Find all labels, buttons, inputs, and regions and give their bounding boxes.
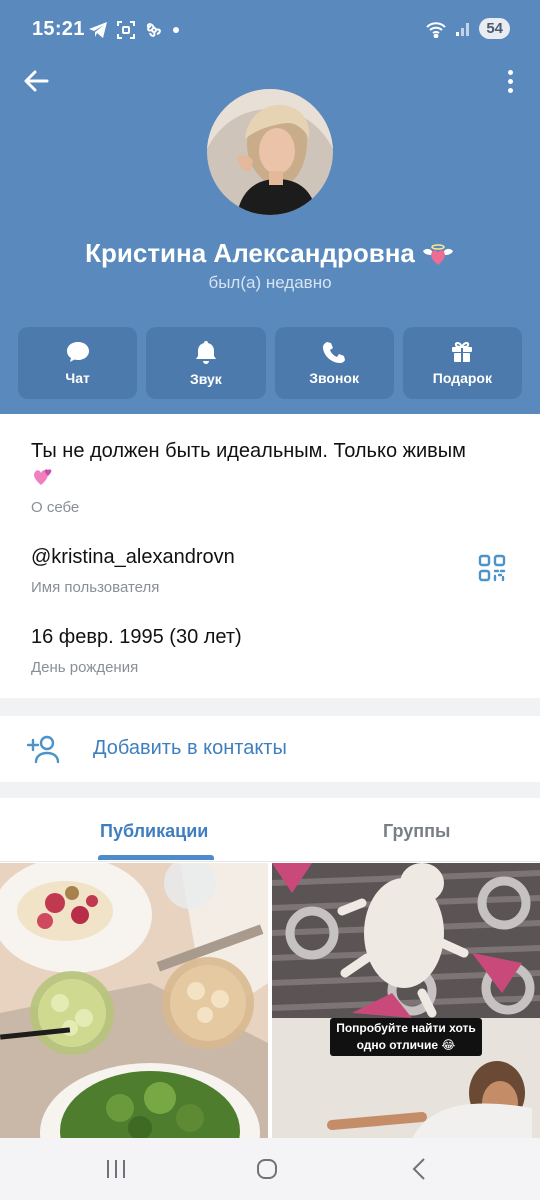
profile-name: Кристина Александровна <box>0 238 540 269</box>
system-nav-bar <box>0 1138 540 1200</box>
tab-groups[interactable]: Группы <box>383 821 450 842</box>
chat-button[interactable]: Чат <box>18 327 138 399</box>
media-tile-meme[interactable]: Попробуйте найти хоть одно отличие 😂 <box>272 863 540 1138</box>
username-row[interactable]: @kristina_alexandrovn Имя пользователя <box>31 544 235 596</box>
add-contact-label: Добавить в контакты <box>93 737 287 759</box>
hearts-icon <box>34 469 52 485</box>
sound-button-label: Звук <box>189 371 222 387</box>
status-time: 15:21 <box>32 18 85 40</box>
bell-icon <box>195 341 216 364</box>
call-button[interactable]: Звонок <box>274 327 394 399</box>
bio-label: О себе <box>31 499 80 516</box>
screenshot-icon <box>117 21 135 39</box>
action-buttons: Чат Звук Звонок Подарок <box>18 327 522 399</box>
status-bar: 15:21 54 <box>0 0 540 60</box>
birthday-value: 16 февр. 1995 (30 лет) <box>31 626 242 648</box>
tab-publications[interactable]: Публикации <box>100 821 208 842</box>
bio-value: Ты не должен быть идеальным. Только живы… <box>31 438 511 495</box>
home-icon[interactable] <box>255 1157 279 1181</box>
qr-code-button[interactable] <box>478 554 506 582</box>
arrow-left-icon <box>24 70 49 92</box>
profile-info: Ты не должен быть идеальным. Только живы… <box>0 414 540 698</box>
active-tab-indicator <box>98 855 214 860</box>
signal-icon <box>456 22 470 36</box>
birthday-label: День рождения <box>31 659 139 676</box>
winged-heart-icon <box>422 244 453 266</box>
telegram-icon <box>89 22 107 38</box>
gift-icon <box>452 341 473 362</box>
add-user-icon <box>27 735 60 764</box>
section-divider <box>0 782 540 798</box>
battery-badge: 54 <box>479 18 510 39</box>
sound-button[interactable]: Звук <box>146 327 266 399</box>
qr-code-icon <box>478 554 506 582</box>
add-contact-button[interactable]: Добавить в контакты <box>0 716 540 782</box>
recent-apps-icon[interactable] <box>104 1157 128 1181</box>
media-tile-food[interactable] <box>0 863 268 1138</box>
avatar[interactable] <box>207 89 333 215</box>
wifi-icon <box>426 21 447 38</box>
media-tabs: Публикации Группы <box>0 798 540 862</box>
bio-row[interactable]: Ты не должен быть идеальным. Только живы… <box>31 438 511 516</box>
meme-caption: Попробуйте найти хоть одно отличие 😂 <box>330 1018 482 1056</box>
dots-vertical-icon <box>507 69 513 75</box>
chat-button-label: Чат <box>65 370 90 386</box>
phone-icon <box>323 342 346 363</box>
gift-button-label: Подарок <box>432 370 492 386</box>
back-nav-icon[interactable] <box>408 1157 432 1181</box>
media-grid: Попробуйте найти хоть одно отличие 😂 <box>0 863 540 1138</box>
call-button-label: Звонок <box>309 370 359 386</box>
more-options-button[interactable] <box>502 66 518 96</box>
birthday-row[interactable]: 16 февр. 1995 (30 лет) День рождения <box>31 624 242 676</box>
gift-button[interactable]: Подарок <box>402 327 522 399</box>
username-label: Имя пользователя <box>31 579 160 596</box>
fan-icon <box>146 23 161 37</box>
dot-icon <box>173 27 179 33</box>
last-seen-status: был(а) недавно <box>208 273 332 292</box>
username-value: @kristina_alexandrovn <box>31 546 235 568</box>
profile-header: 15:21 54 Кристина Александровна был(а) н… <box>0 0 540 414</box>
section-divider <box>0 698 540 716</box>
chat-icon <box>66 342 89 362</box>
back-button[interactable] <box>22 66 52 96</box>
